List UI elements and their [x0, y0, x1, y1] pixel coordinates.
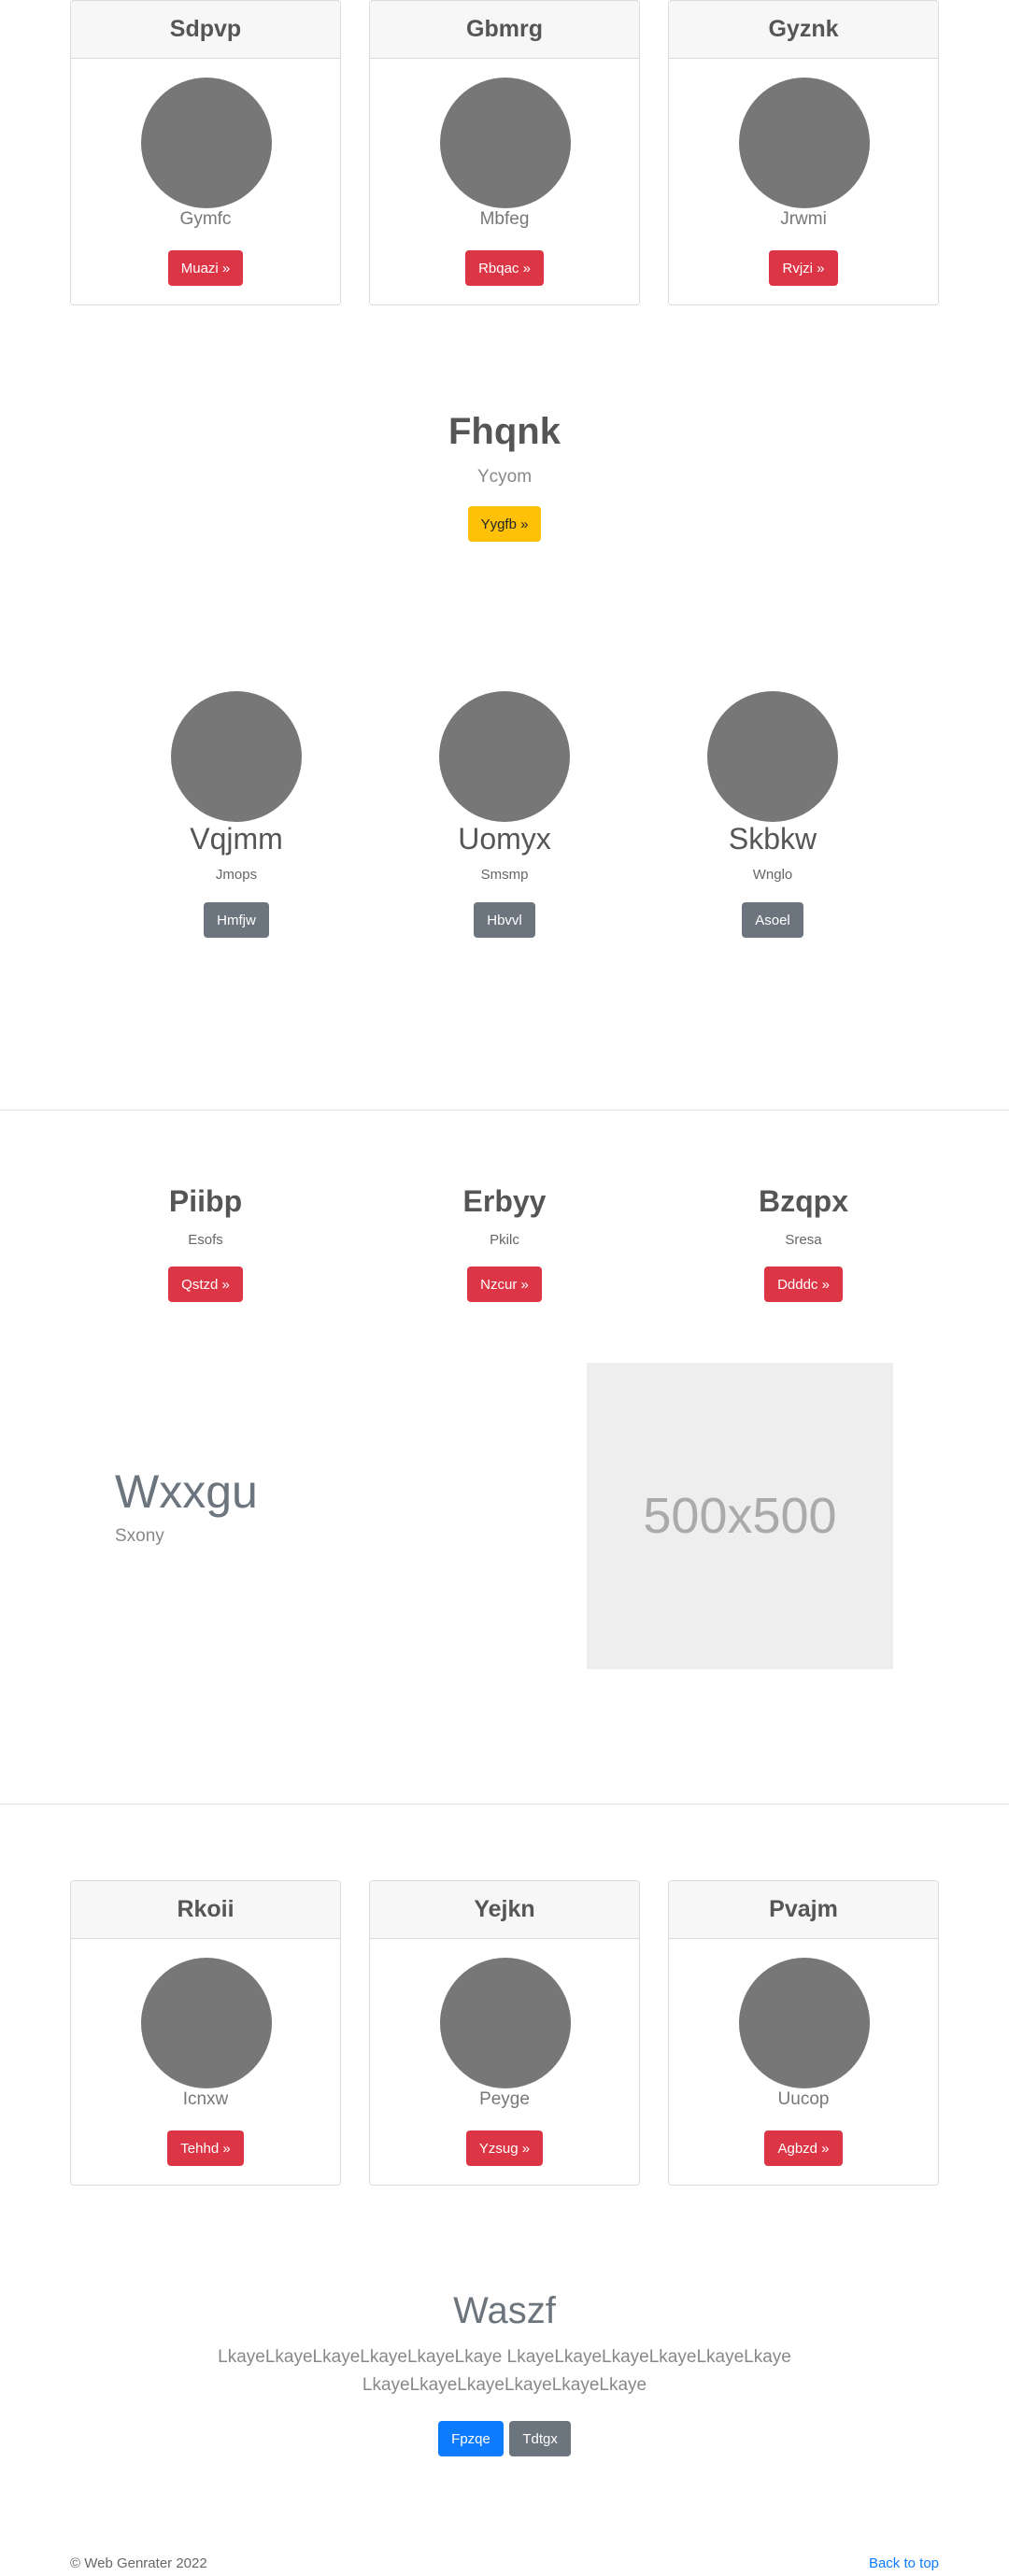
feature-title: Piibp [168, 1184, 243, 1218]
card-title: Rkoii [71, 1881, 340, 1939]
avatar-placeholder [440, 78, 571, 208]
footer-copyright: © Web Genrater 2022 [70, 2555, 207, 2571]
avatar-placeholder [141, 78, 272, 208]
card-subtitle: Mbfeg [479, 209, 530, 229]
card-title: Pvajm [669, 1881, 938, 1939]
avatar-placeholder [739, 78, 870, 208]
feature-subtitle: Esofs [188, 1232, 223, 1248]
cta-text-line2: LkayeLkayeLkayeLkayeLkayeLkaye [362, 2375, 647, 2395]
avatar-placeholder [440, 1958, 571, 2088]
section-divider [0, 1804, 1009, 1805]
person-role: Smsmp [480, 867, 529, 883]
hero-title: Fhqnk [448, 411, 561, 452]
cta-primary-button[interactable]: Fpzqe [438, 2421, 504, 2456]
person-name: Skbkw [728, 822, 817, 856]
card-button[interactable]: Agbzd » [764, 2130, 843, 2166]
card: Sdpvp Gymfc Muazi » [70, 0, 341, 305]
card: Pvajm Uucop Agbzd » [668, 1880, 939, 2186]
feature-block-title: Wxxgu [115, 1465, 258, 1518]
card-subtitle: Uucop [777, 2089, 830, 2109]
card-subtitle: Peyge [479, 2089, 530, 2109]
person-button[interactable]: Hbvvl [474, 902, 535, 938]
feature-button[interactable]: Qstzd » [168, 1267, 243, 1302]
avatar-placeholder [707, 691, 838, 822]
card: Gyznk Jrwmi Rvjzi » [668, 0, 939, 305]
avatar-placeholder [439, 691, 570, 822]
feature-button[interactable]: Nzcur » [467, 1267, 542, 1302]
feature-block-subtitle: Sxony [115, 1526, 164, 1546]
card-title: Gbmrg [370, 1, 639, 59]
feature-title: Bzqpx [759, 1184, 848, 1218]
card-button[interactable]: Rbqac » [465, 250, 544, 286]
avatar-placeholder [141, 1958, 272, 2088]
feature-button[interactable]: Ddddc » [764, 1267, 843, 1302]
feature-subtitle: Sresa [785, 1232, 822, 1248]
feature-subtitle: Pkilc [490, 1232, 519, 1248]
image-placeholder-label: 500x500 [643, 1488, 837, 1544]
card-button[interactable]: Tehhd » [167, 2130, 244, 2166]
person-button[interactable]: Asoel [742, 902, 803, 938]
feature-title: Erbyy [462, 1184, 547, 1218]
card-button[interactable]: Yzsug » [465, 2130, 544, 2166]
card-button[interactable]: Muazi » [167, 250, 244, 286]
hero-subtitle: Ycyom [476, 467, 533, 487]
cta-secondary-button[interactable]: Tdtgx [509, 2421, 571, 2456]
card-button[interactable]: Rvjzi » [769, 250, 838, 286]
person-role: Jmops [215, 867, 258, 883]
person-name: Vqjmm [190, 822, 283, 856]
back-to-top-link[interactable]: Back to top [869, 2555, 939, 2571]
cta-text-line1: LkayeLkayeLkayeLkayeLkayeLkaye LkayeLkay… [218, 2347, 791, 2367]
card-subtitle: Icnxw [182, 2089, 229, 2109]
card-subtitle: Gymfc [179, 209, 232, 229]
image-placeholder: 500x500 [587, 1363, 893, 1669]
avatar-placeholder [739, 1958, 870, 2088]
card-subtitle: Jrwmi [780, 209, 827, 229]
card: Rkoii Icnxw Tehhd » [70, 1880, 341, 2186]
person-button[interactable]: Hmfjw [204, 902, 269, 938]
avatar-placeholder [171, 691, 302, 822]
card: Yejkn Peyge Yzsug » [369, 1880, 640, 2186]
card-title: Sdpvp [71, 1, 340, 59]
person-name: Uomyx [458, 822, 551, 856]
cta-title: Waszf [453, 2290, 556, 2331]
hero-button[interactable]: Yygfb » [467, 506, 542, 542]
person-role: Wnglo [752, 867, 793, 883]
section-divider [0, 1110, 1009, 1111]
card-title: Gyznk [669, 1, 938, 59]
card-title: Yejkn [370, 1881, 639, 1939]
card: Gbmrg Mbfeg Rbqac » [369, 0, 640, 305]
